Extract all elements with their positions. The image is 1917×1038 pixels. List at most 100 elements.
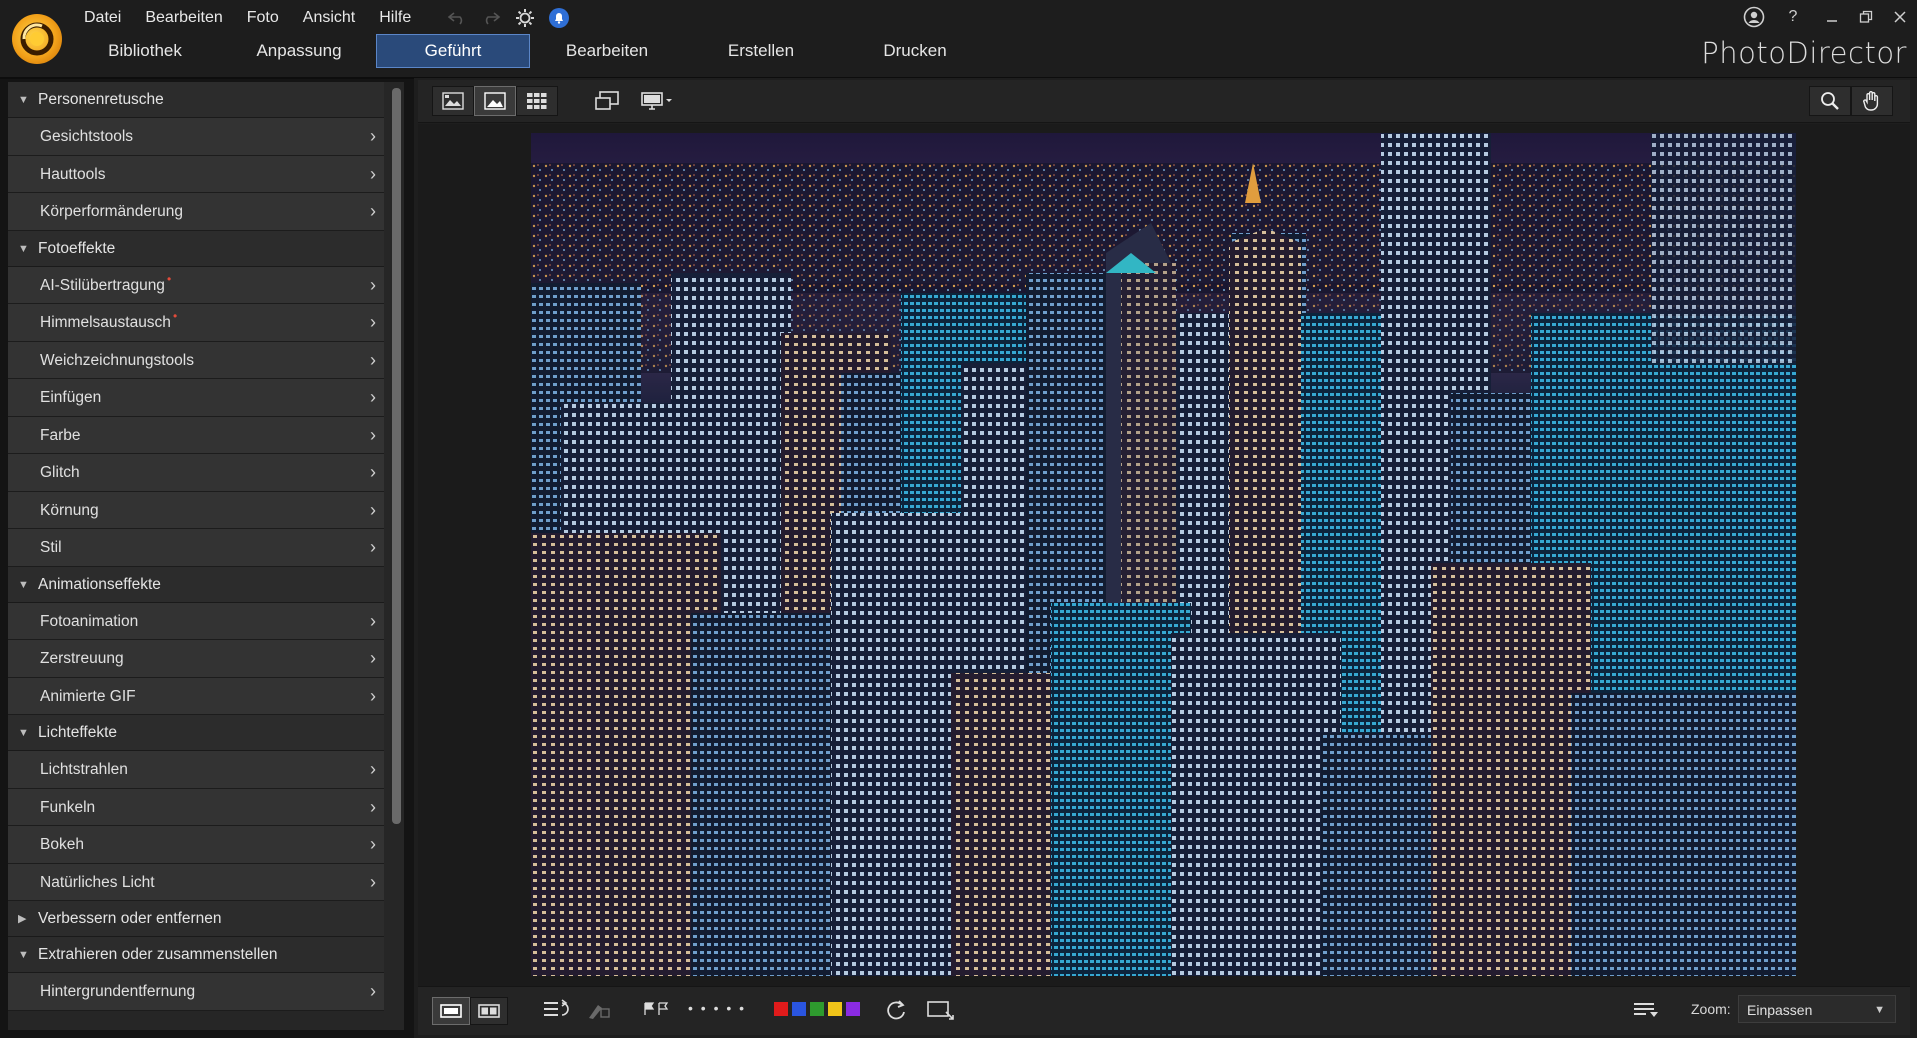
collapse-arrow-icon: ▶ (18, 913, 27, 925)
color-label-yellow[interactable] (828, 1002, 842, 1016)
mode-tabs: Bibliothek Anpassung Geführt Bearbeiten … (68, 34, 992, 68)
chevron-right-icon: › (370, 126, 376, 146)
tab-bibliothek[interactable]: Bibliothek (68, 34, 222, 68)
menu-hilfe[interactable]: Hilfe (367, 6, 423, 30)
tool-label: Gesichtstools (40, 128, 134, 145)
single-view-icon[interactable] (474, 86, 516, 116)
tab-erstellen[interactable]: Erstellen (684, 34, 838, 68)
chevron-right-icon: › (370, 871, 376, 892)
color-label-purple[interactable] (846, 1002, 860, 1016)
hand-pan-icon[interactable] (1851, 86, 1893, 116)
tool-item-farbe[interactable]: Farbe › (8, 416, 384, 454)
tool-item-koerperformaenderung[interactable]: Körperformänderung › (8, 193, 384, 231)
menu-datei[interactable]: Datei (72, 6, 133, 30)
tool-item-gesichtstools[interactable]: Gesichtstools › (8, 118, 384, 156)
tool-item-hauttools[interactable]: Hauttools › (8, 155, 384, 193)
tool-item-ai-stiluebertragung[interactable]: AI-Stilübertragung • › (8, 266, 384, 304)
grid-view-icon[interactable] (516, 86, 558, 116)
tool-item-weichzeichnungstools[interactable]: Weichzeichnungstools › (8, 341, 384, 379)
category-label: Fotoeffekte (38, 239, 116, 257)
color-label-red[interactable] (774, 1002, 788, 1016)
chevron-right-icon: › (370, 163, 376, 184)
crop-frame-icon[interactable] (926, 999, 956, 1026)
color-label-swatches (774, 1002, 864, 1016)
expand-arrow-icon: ▼ (18, 242, 29, 255)
help-icon[interactable]: ? (1771, 4, 1815, 30)
chevron-right-icon: › (370, 759, 376, 779)
tab-anpassung[interactable]: Anpassung (222, 34, 376, 68)
tool-item-glitch[interactable]: Glitch › (8, 454, 384, 492)
chevron-right-icon: › (370, 499, 376, 520)
category-verbessern-oder-entfernen[interactable]: ▶ Verbessern oder entfernen (8, 901, 384, 937)
tab-bearbeiten[interactable]: Bearbeiten (530, 34, 684, 68)
new-badge-icon: • (166, 271, 172, 286)
star-rating-dots[interactable]: • • • • • (688, 1000, 746, 1016)
category-lichteffekte[interactable]: ▼ Lichteffekte (8, 715, 384, 751)
color-label-green[interactable] (810, 1002, 824, 1016)
info-panel-toggle-icon[interactable] (1632, 999, 1662, 1026)
menu-ansicht[interactable]: Ansicht (291, 6, 367, 30)
filmstrip-toggle-icon[interactable] (542, 999, 572, 1026)
flag-icons[interactable] (642, 999, 672, 1026)
chevron-right-icon: › (370, 201, 376, 221)
tool-label: Körperformänderung (40, 203, 184, 220)
account-icon[interactable] (1737, 4, 1771, 30)
category-extrahieren-oder-zusammenstellen[interactable]: ▼ Extrahieren oder zusammenstellen (8, 937, 384, 973)
menu-bearbeiten[interactable]: Bearbeiten (133, 6, 234, 30)
single-layout-icon[interactable] (432, 997, 470, 1025)
tool-item-natuerliches-licht[interactable]: Natürliches Licht › (8, 863, 384, 901)
app-brand-title: PhotoDirector (1701, 36, 1907, 70)
undo-icon[interactable] (444, 6, 470, 30)
tool-label: Bokeh (40, 836, 84, 853)
menu-foto[interactable]: Foto (235, 6, 291, 30)
tool-item-koernung[interactable]: Körnung › (8, 491, 384, 529)
tool-label: Funkeln (40, 798, 96, 816)
color-label-blue[interactable] (792, 1002, 806, 1016)
tool-item-hintergrundentfernung[interactable]: Hintergrundentfernung › (8, 973, 384, 1011)
notification-bell-icon[interactable] (546, 6, 572, 30)
new-badge-icon: • (172, 309, 178, 323)
tool-label: Farbe (40, 426, 81, 444)
rotate-icon[interactable] (884, 999, 908, 1026)
layout-toggle-group (432, 997, 508, 1025)
chevron-right-icon: › (370, 610, 376, 631)
category-animationseffekte[interactable]: ▼ Animationseffekte (8, 566, 384, 603)
tab-gefuehrt[interactable]: Geführt (376, 34, 530, 68)
category-fotoeffekte[interactable]: ▼ Fotoeffekte (8, 230, 384, 267)
zoom-magnifier-icon[interactable] (1809, 86, 1851, 116)
close-icon[interactable] (1883, 4, 1917, 30)
split-layout-icon[interactable] (470, 997, 508, 1025)
chevron-right-icon: › (370, 462, 376, 482)
retouch-brush-icon[interactable] (586, 999, 612, 1026)
chevron-right-icon: › (370, 274, 376, 295)
tool-label: Natürliches Licht (40, 873, 155, 891)
redo-icon[interactable] (478, 6, 504, 30)
tool-item-himmelsaustausch[interactable]: Himmelsaustausch • › (8, 304, 384, 342)
viewer-toolbar-top (418, 80, 1910, 123)
tool-item-zerstreuung[interactable]: Zerstreuung › (8, 640, 384, 678)
tool-item-funkeln[interactable]: Funkeln › (8, 788, 384, 826)
chevron-right-icon: › (370, 424, 376, 445)
minimize-icon[interactable] (1815, 4, 1849, 30)
tool-item-lichtstrahlen[interactable]: Lichtstrahlen › (8, 751, 384, 789)
navigation-tools (1809, 86, 1893, 116)
panel-scrollbar[interactable] (392, 88, 401, 824)
category-personenretusche[interactable]: ▼ Personenretusche (8, 82, 384, 118)
settings-gear-icon[interactable] (512, 6, 538, 30)
fit-frame-icon[interactable] (586, 86, 628, 116)
restore-icon[interactable] (1849, 4, 1883, 30)
photo-preview-city-night[interactable] (531, 133, 1796, 976)
tool-item-stil[interactable]: Stil › (8, 529, 384, 567)
second-display-icon[interactable] (632, 86, 682, 116)
tool-label: Animierte GIF (40, 687, 136, 705)
tool-item-bokeh[interactable]: Bokeh › (8, 826, 384, 864)
frame-tools (586, 86, 628, 116)
zoom-dropdown[interactable]: Einpassen ▼ (1738, 995, 1896, 1023)
compare-view-icon[interactable] (432, 86, 474, 116)
tab-drucken[interactable]: Drucken (838, 34, 992, 68)
tool-label: Körnung (40, 501, 99, 519)
tool-item-animierte-gif[interactable]: Animierte GIF › (8, 677, 384, 715)
tool-item-einfuegen[interactable]: Einfügen › (8, 379, 384, 417)
tool-label: Lichtstrahlen (40, 761, 128, 778)
tool-item-fotoanimation[interactable]: Fotoanimation › (8, 602, 384, 640)
